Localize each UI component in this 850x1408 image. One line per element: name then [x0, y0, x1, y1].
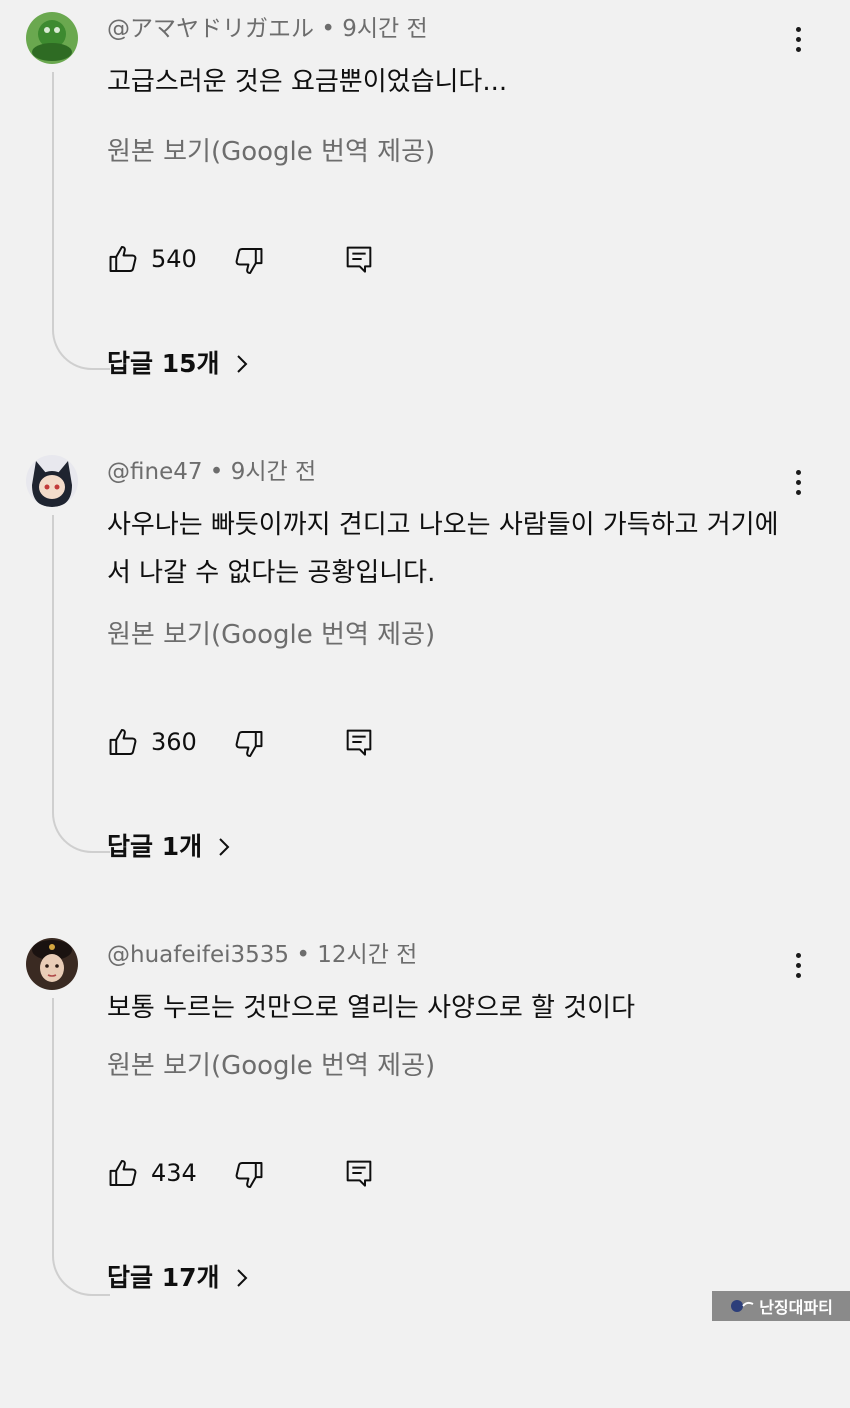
more-vertical-icon: [795, 26, 801, 32]
avatar[interactable]: [26, 455, 78, 507]
author-handle[interactable]: @アマヤドリガエル: [107, 16, 314, 42]
thumb-up-icon[interactable]: [107, 1156, 141, 1190]
avatar[interactable]: [26, 12, 78, 64]
site-watermark: 난징대파티: [712, 1291, 850, 1321]
see-original-link[interactable]: 원본 보기(Google 번역 제공): [107, 132, 435, 172]
thumb-down-icon[interactable]: [231, 244, 265, 278]
more-options-button[interactable]: [786, 948, 810, 982]
comment-text: 고급스러운 것은 요금뿐이었습니다...: [107, 67, 508, 97]
comment-meta: @fine47 • 9시간 전: [107, 455, 316, 489]
timestamp[interactable]: 9시간 전: [342, 16, 427, 42]
thumb-down-icon[interactable]: [231, 1158, 265, 1192]
author-handle[interactable]: @fine47: [107, 459, 202, 485]
more-vertical-icon: [795, 952, 801, 958]
more-vertical-icon: [795, 469, 801, 475]
avatar-image: [26, 12, 78, 64]
thread-line: [52, 72, 110, 370]
replies-label: 답글 17개: [107, 1263, 220, 1292]
separator: •: [321, 16, 335, 42]
comment-actions: 434: [107, 1152, 407, 1196]
comment-3: @huafeifei3535 • 12시간 전 보통 누르는 것만으로 열리는 …: [0, 926, 850, 1408]
thumb-up-icon[interactable]: [107, 242, 141, 276]
comment-text: 보통 누르는 것만으로 열리는 사양으로 할 것이다: [107, 993, 635, 1023]
more-options-button[interactable]: [786, 465, 810, 499]
like-count: 434: [151, 1159, 197, 1187]
comment-text: 사우나는 빠듯이까지 견디고 나오는 사람들이 가득하고 거기에서 나갈 수 없…: [107, 510, 779, 588]
comment-1: @アマヤドリガエル • 9시간 전 고급스러운 것은 요금뿐이었습니다... 원…: [0, 0, 850, 482]
comment-meta: @アマヤドリガエル • 9시간 전: [107, 12, 428, 46]
reply-comment-icon[interactable]: [343, 242, 375, 276]
timestamp[interactable]: 9시간 전: [231, 459, 316, 485]
comment-actions: 360: [107, 721, 407, 765]
comment-actions: 540: [107, 238, 407, 282]
view-replies-button[interactable]: 답글 17개: [107, 1258, 250, 1298]
comment-2: @fine47 • 9시간 전 사우나는 빠듯이까지 견디고 나오는 사람들이 …: [0, 443, 850, 925]
chevron-right-icon: [236, 355, 247, 373]
avatar[interactable]: [26, 938, 78, 990]
thumb-up-icon[interactable]: [107, 725, 141, 759]
like-count: 540: [151, 245, 197, 273]
comment-meta: @huafeifei3535 • 12시간 전: [107, 938, 417, 972]
avatar-image: [26, 938, 78, 990]
avatar-image: [26, 455, 78, 507]
thumb-down-icon[interactable]: [231, 727, 265, 761]
chevron-right-icon: [219, 838, 230, 856]
chevron-right-icon: [236, 1269, 247, 1287]
watermark-logo-icon: [731, 1300, 754, 1312]
view-replies-button[interactable]: 답글 1개: [107, 827, 232, 867]
separator: •: [209, 459, 224, 485]
thread-line: [52, 998, 110, 1296]
replies-label: 답글 1개: [107, 832, 203, 861]
reply-comment-icon[interactable]: [343, 1156, 375, 1190]
see-original-link[interactable]: 원본 보기(Google 번역 제공): [107, 615, 435, 655]
like-count: 360: [151, 728, 197, 756]
more-options-button[interactable]: [786, 22, 810, 56]
reply-comment-icon[interactable]: [343, 725, 375, 759]
timestamp[interactable]: 12시간 전: [317, 942, 417, 968]
separator: •: [296, 942, 310, 968]
see-original-link[interactable]: 원본 보기(Google 번역 제공): [107, 1046, 435, 1086]
thread-line: [52, 515, 110, 853]
view-replies-button[interactable]: 답글 15개: [107, 344, 250, 384]
watermark-text: 난징대파티: [759, 1298, 833, 1317]
author-handle[interactable]: @huafeifei3535: [107, 942, 289, 968]
replies-label: 답글 15개: [107, 349, 220, 378]
